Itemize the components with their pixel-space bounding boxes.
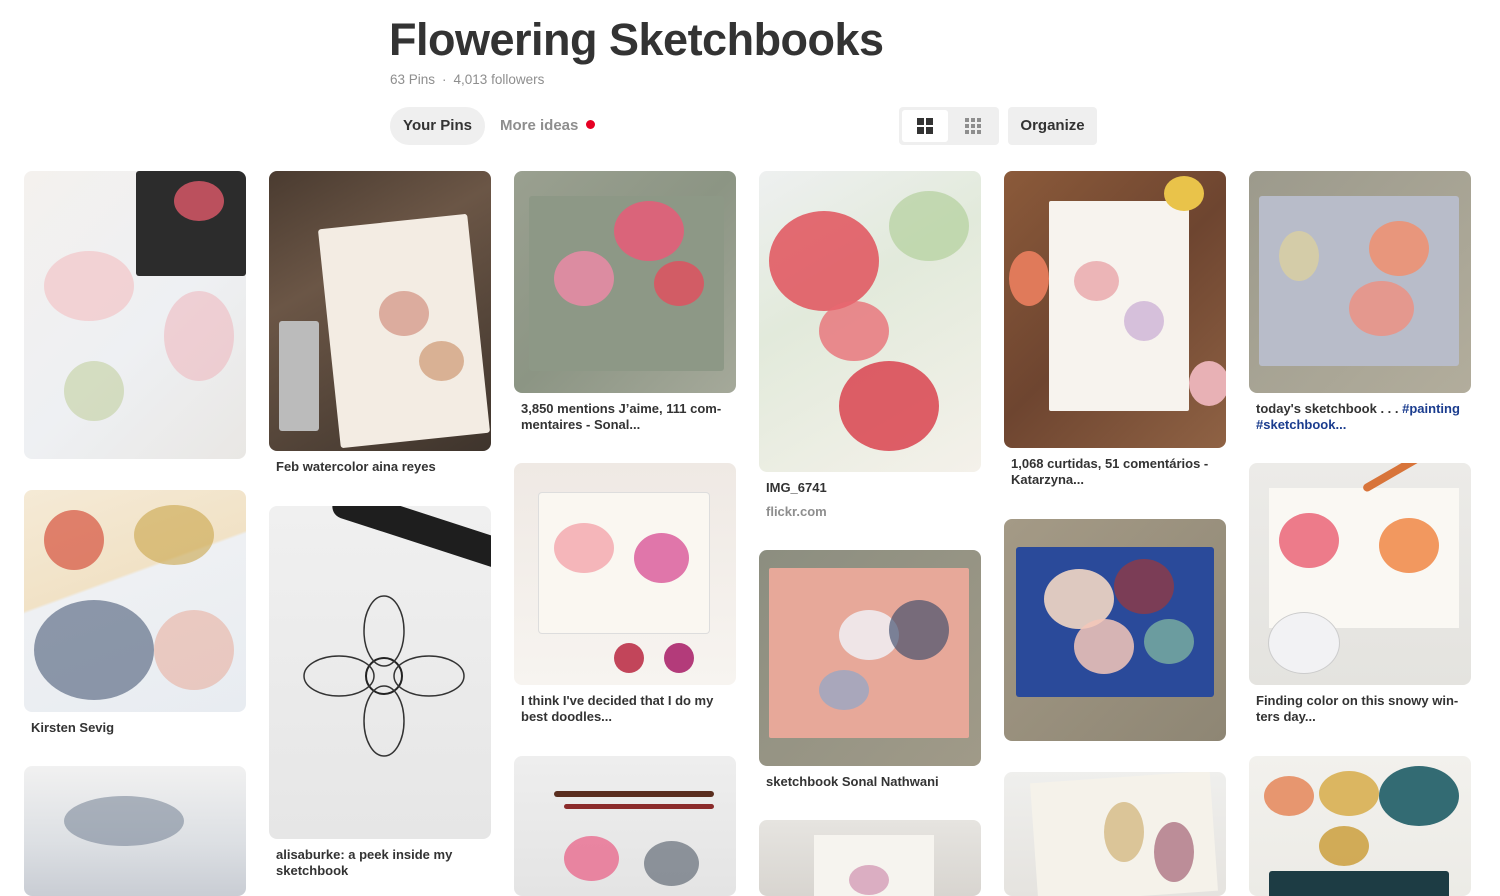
- pin-image[interactable]: [514, 463, 736, 685]
- pin-image[interactable]: [1004, 519, 1226, 741]
- pin-image[interactable]: [1004, 772, 1226, 896]
- pin-image[interactable]: [759, 550, 981, 766]
- separator-dot: ·: [442, 72, 447, 87]
- pin-image[interactable]: [24, 766, 246, 896]
- pin-description-text: today's sketchbook . . .: [1256, 401, 1403, 416]
- pin-card[interactable]: I think I've decided that I do my best d…: [514, 463, 736, 725]
- pin-image[interactable]: [514, 171, 736, 393]
- pin-image[interactable]: [759, 171, 981, 472]
- pin-card[interactable]: sketchbook Sonal Nathwani: [759, 550, 981, 790]
- pin-image[interactable]: [1249, 756, 1471, 896]
- pin-card[interactable]: [514, 756, 736, 896]
- pin-card[interactable]: [1004, 772, 1226, 896]
- pin-description: sketchbook Sonal Nathwani: [766, 774, 939, 789]
- pins-count[interactable]: 63 Pins: [390, 72, 435, 87]
- pin-card[interactable]: [1249, 756, 1471, 896]
- pin-image[interactable]: [1004, 171, 1226, 448]
- tab-more-ideas[interactable]: More ideas: [500, 107, 596, 145]
- pin-description: 3,850 mentions J’aime, 111 com-mentaires…: [521, 401, 722, 432]
- tab-more-ideas-label: More ideas: [500, 117, 579, 134]
- organize-button[interactable]: Organize: [1008, 107, 1097, 145]
- flower-sketch-icon: [303, 595, 465, 757]
- notification-dot: [586, 120, 596, 129]
- pin-image[interactable]: [1249, 463, 1471, 685]
- compact-grid-view-button[interactable]: [950, 110, 996, 142]
- pin-image[interactable]: [24, 171, 246, 459]
- pin-card[interactable]: [24, 171, 246, 459]
- pin-card[interactable]: [1004, 519, 1226, 741]
- large-grid-icon: [917, 118, 933, 134]
- board-title: Flowering Sketchbooks: [389, 14, 884, 65]
- followers-count[interactable]: 4,013 followers: [454, 72, 545, 87]
- pin-card[interactable]: [759, 820, 981, 896]
- pin-description: today's sketchbook . . . #painting #sket…: [1256, 401, 1464, 433]
- pin-image[interactable]: [759, 820, 981, 896]
- pin-card[interactable]: 1,068 curtidas, 51 comentários - Katarzy…: [1004, 171, 1226, 488]
- pin-description: 1,068 curtidas, 51 comentários - Katarzy…: [1011, 456, 1209, 487]
- large-grid-view-button[interactable]: [902, 110, 948, 142]
- view-toggle: [899, 107, 999, 145]
- pin-description: Finding color on this snowy win-ters day…: [1256, 693, 1459, 724]
- pin-description: Kirsten Sevig: [31, 720, 115, 735]
- pin-source[interactable]: flickr.com: [766, 504, 974, 519]
- pin-card[interactable]: Finding color on this snowy win-ters day…: [1249, 463, 1471, 725]
- pin-image[interactable]: [269, 171, 491, 451]
- board-stats: 63 Pins · 4,013 followers: [390, 72, 544, 87]
- pin-image[interactable]: [514, 756, 736, 896]
- pin-description: Feb watercolor aina reyes: [276, 459, 436, 474]
- pin-description: I think I've decided that I do my best d…: [521, 693, 714, 724]
- hashtag-link[interactable]: #sketchbook...: [1256, 417, 1346, 432]
- pin-card[interactable]: Feb watercolor aina reyes: [269, 171, 491, 475]
- hashtag-link[interactable]: #painting: [1402, 401, 1460, 416]
- pin-card[interactable]: IMG_6741 flickr.com: [759, 171, 981, 519]
- compact-grid-icon: [965, 118, 981, 134]
- tab-your-pins[interactable]: Your Pins: [390, 107, 485, 145]
- pin-card[interactable]: alisaburke: a peek inside my sketchbook: [269, 506, 491, 879]
- pin-image[interactable]: [1249, 171, 1471, 393]
- pin-card[interactable]: today's sketchbook . . . #painting #sket…: [1249, 171, 1471, 433]
- pin-card[interactable]: 3,850 mentions J’aime, 111 com-mentaires…: [514, 171, 736, 433]
- pin-description: IMG_6741: [766, 480, 827, 495]
- pin-card[interactable]: Kirsten Sevig: [24, 490, 246, 736]
- pin-image[interactable]: [269, 506, 491, 839]
- pin-card[interactable]: [24, 766, 246, 896]
- pin-image[interactable]: [24, 490, 246, 712]
- pin-description: alisaburke: a peek inside my sketchbook: [276, 847, 453, 878]
